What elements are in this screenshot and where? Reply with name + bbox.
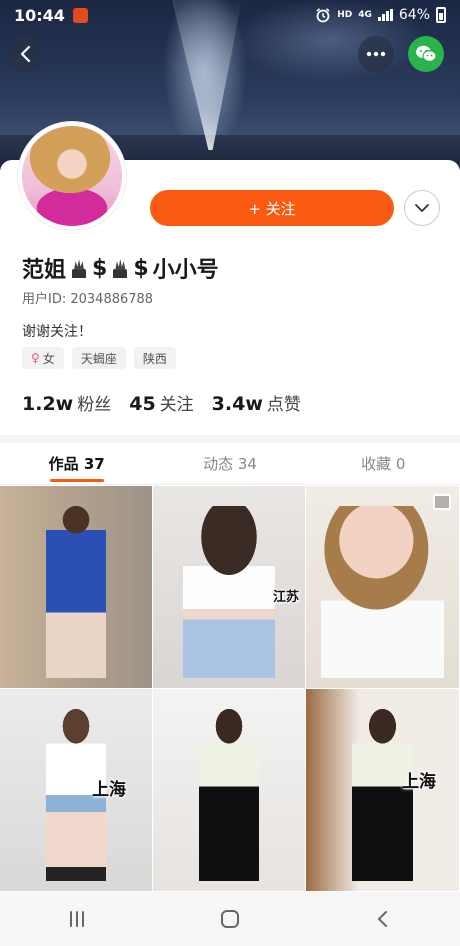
hd-indicator: HD (337, 10, 353, 20)
system-nav-bar (0, 892, 460, 946)
system-back-button[interactable] (353, 899, 413, 939)
crown-icon (70, 258, 88, 278)
tag-zodiac-label: 天蝎座 (80, 351, 117, 366)
network-indicator: 4G (358, 10, 372, 20)
content-tabs: 作品 37 动态 34 收藏 0 (0, 443, 460, 485)
recommend-dropdown-button[interactable] (404, 190, 440, 226)
wechat-icon (416, 45, 437, 63)
work-tile[interactable] (153, 689, 306, 892)
stat-fans[interactable]: 1.2w 粉丝 (22, 390, 111, 415)
status-time: 10:44 (14, 5, 65, 25)
stat-likes[interactable]: 3.4w 点赞 (212, 390, 301, 415)
tag-region-label: 陕西 (142, 351, 167, 366)
tag-zodiac: 天蝎座 (71, 347, 126, 369)
work-tile[interactable]: 江苏 (153, 486, 306, 689)
following-count: 45 (129, 393, 156, 415)
alarm-icon (316, 8, 330, 23)
status-right: HD 4G 64% (315, 7, 446, 23)
profile-name: 范姐 $ $ 小小号 (22, 252, 219, 284)
work-tile[interactable]: 上海 (0, 689, 153, 892)
follow-button[interactable]: + 关注 (150, 190, 394, 226)
work-thumbnail (351, 709, 414, 881)
likes-label: 点赞 (266, 395, 301, 415)
bio: 谢谢关注！ (22, 324, 92, 340)
back-icon (378, 911, 388, 927)
female-icon: ♀ (31, 351, 40, 365)
tab-works[interactable]: 作品 37 (0, 443, 153, 484)
tab-favorites[interactable]: 收藏 0 (307, 443, 460, 484)
name-dollar2: $ (133, 255, 149, 281)
gallery-icon (433, 494, 451, 510)
work-tile[interactable] (306, 486, 460, 689)
stat-following[interactable]: 45 关注 (129, 390, 193, 415)
work-thumbnail (45, 506, 107, 678)
tag-gender: ♀ 女 (22, 347, 64, 369)
name-part2: 小小号 (152, 258, 219, 283)
following-label: 关注 (159, 395, 194, 415)
recent-apps-icon (69, 911, 84, 927)
tag-list: ♀ 女 天蝎座 陕西 (22, 347, 176, 369)
work-thumbnail (183, 506, 275, 678)
work-thumbnail (321, 506, 444, 678)
likes-count: 3.4w (211, 393, 263, 415)
tile-caption: 江苏 (273, 590, 300, 605)
status-bar: 10:44 HD 4G 64% (0, 0, 460, 30)
tile-caption: 上海 (92, 780, 126, 800)
follow-label: + 关注 (248, 199, 296, 218)
works-grid: 江苏 上海 上海 (0, 486, 460, 892)
app-notification-icon (72, 7, 88, 23)
battery-icon (436, 7, 446, 23)
tag-gender-label: 女 (42, 351, 55, 366)
more-dots-icon (366, 51, 386, 57)
work-tile[interactable]: 上海 (306, 689, 460, 892)
fans-label: 粉丝 (77, 395, 112, 415)
tag-region: 陕西 (133, 347, 176, 369)
user-id: 用户ID: 2034886788 (22, 292, 154, 307)
stats-row: 1.2w 粉丝 45 关注 3.4w 点赞 (22, 390, 301, 415)
name-part1: 范姐 (22, 258, 67, 283)
tile-caption: 上海 (402, 772, 436, 792)
chevron-down-icon (415, 204, 429, 212)
wechat-button[interactable] (408, 36, 444, 72)
work-thumbnail (198, 709, 260, 881)
name-dollar1: $ (92, 255, 108, 281)
fans-count: 1.2w (22, 393, 74, 415)
crown-icon (111, 258, 129, 278)
tab-moments[interactable]: 动态 34 (153, 443, 306, 484)
back-arrow-icon (20, 45, 31, 63)
avatar[interactable] (18, 122, 126, 230)
signal-icon (377, 9, 393, 21)
more-button[interactable] (358, 36, 394, 72)
back-button[interactable] (8, 36, 44, 72)
battery-text: 64% (398, 7, 430, 23)
home-icon (220, 910, 239, 928)
section-divider (0, 435, 460, 443)
recent-apps-button[interactable] (47, 899, 107, 939)
work-tile[interactable] (0, 486, 153, 689)
home-button[interactable] (200, 899, 260, 939)
avatar-image (22, 126, 122, 226)
